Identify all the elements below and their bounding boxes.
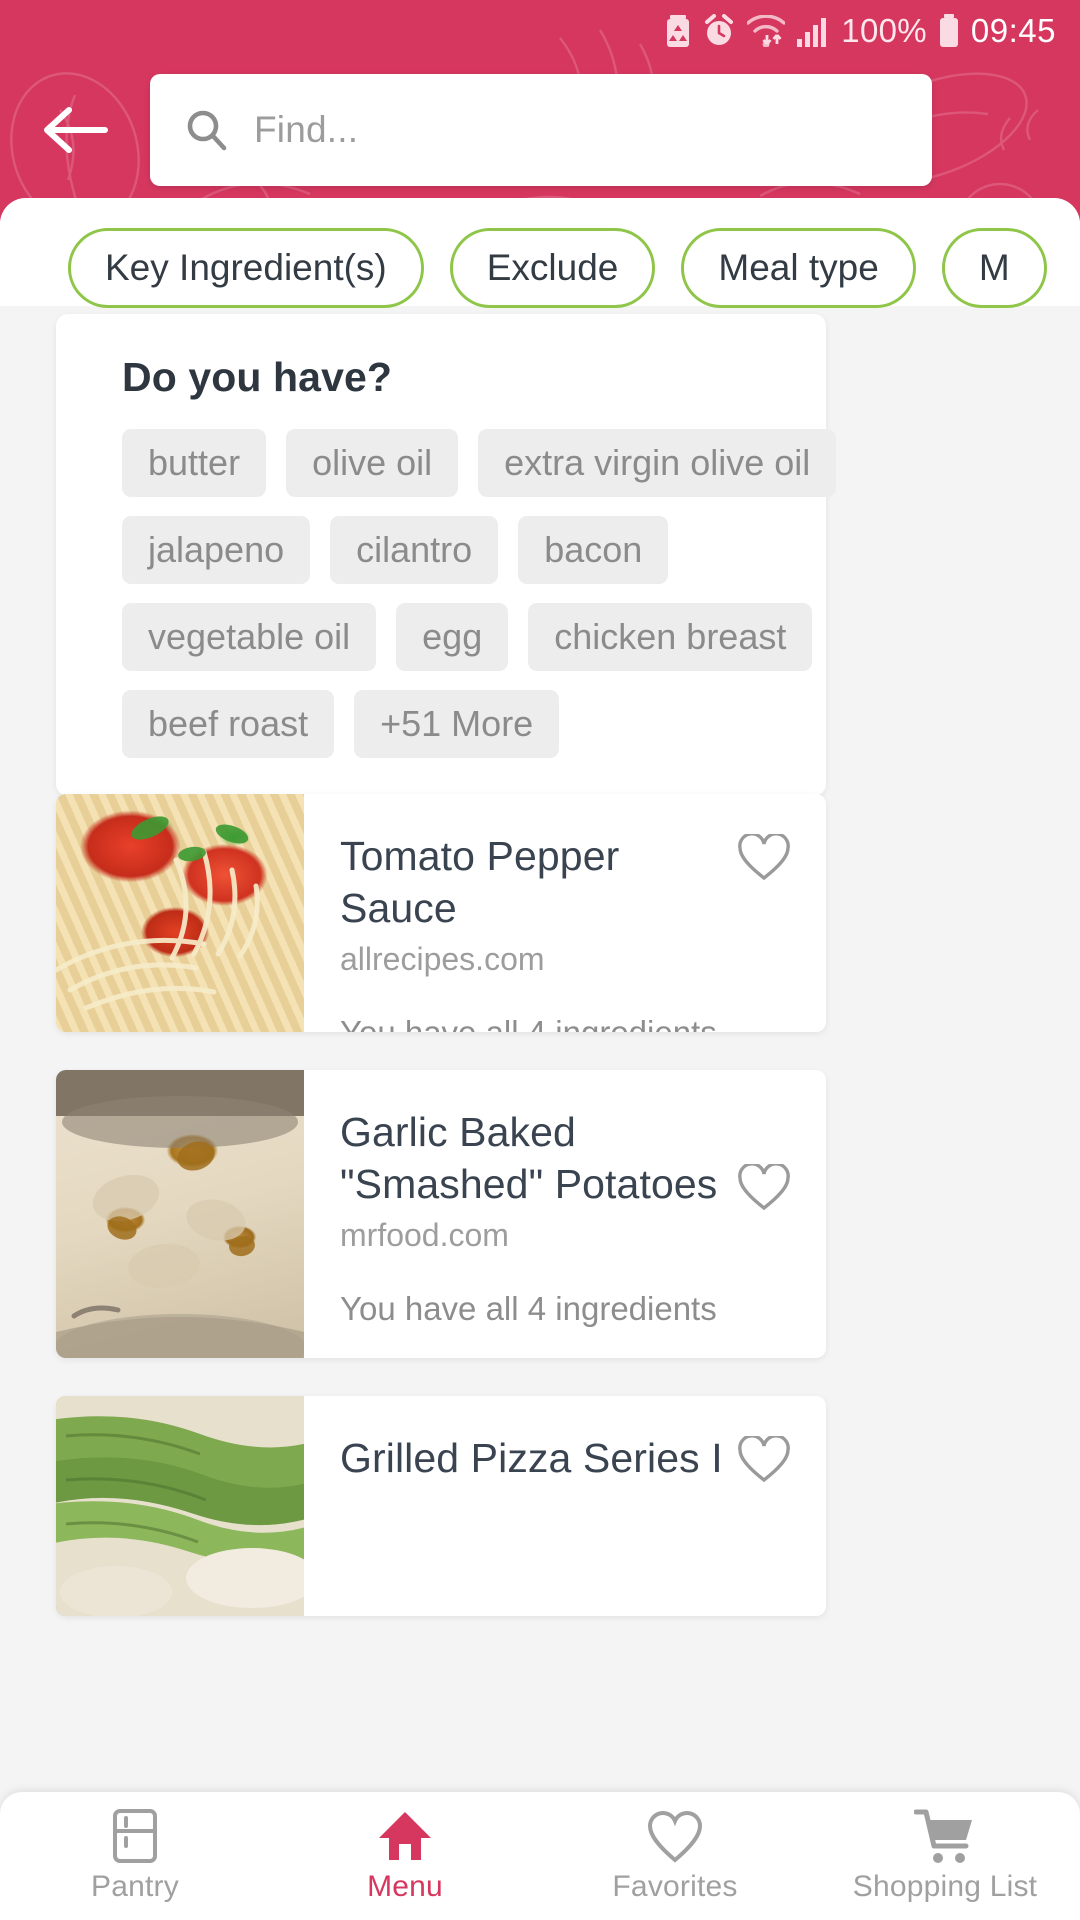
pantry-tag-more[interactable]: +51 More: [354, 690, 560, 758]
wifi-icon: [747, 15, 786, 47]
shopping-cart-icon: [914, 1808, 976, 1864]
recipe-ingredient-status: You have all 4 ingredients: [340, 1014, 826, 1032]
favorite-button[interactable]: [730, 1426, 798, 1494]
pantry-tag[interactable]: chicken breast: [528, 603, 813, 671]
signal-bars-icon: [796, 15, 830, 47]
heart-outline-icon: [738, 1164, 790, 1211]
pantry-tag[interactable]: butter: [122, 429, 267, 497]
status-bar: 100% 09:45: [0, 0, 1080, 62]
alarm-icon: [702, 14, 736, 48]
nav-item-menu[interactable]: Menu: [270, 1792, 540, 1920]
header-search-row: Find...: [0, 74, 1080, 186]
search-bar[interactable]: Find...: [150, 74, 932, 186]
fridge-icon: [112, 1808, 158, 1864]
pantry-tag[interactable]: beef roast: [122, 690, 335, 758]
filter-chip-row[interactable]: Key Ingredient(s) Exclude Meal type M: [0, 216, 1080, 320]
recipe-thumbnail: [56, 1070, 304, 1358]
recipe-thumbnail: [56, 1396, 304, 1616]
nav-item-shopping-list[interactable]: Shopping List: [810, 1792, 1080, 1920]
nav-label-pantry: Pantry: [91, 1870, 179, 1903]
pantry-title: Do you have?: [122, 354, 393, 400]
recipe-thumbnail: [56, 794, 304, 1032]
filter-chip-key-ingredients[interactable]: Key Ingredient(s): [68, 228, 424, 308]
bottom-navigation: Pantry Menu Favorites Shopping List: [0, 1792, 1080, 1920]
heart-outline-icon: [738, 1436, 790, 1483]
recipe-thumbnail-art: [56, 1396, 304, 1616]
recipe-source: allrecipes.com: [340, 940, 545, 977]
pantry-tag[interactable]: jalapeno: [122, 516, 311, 584]
back-button[interactable]: [0, 74, 150, 186]
search-input[interactable]: Find...: [254, 109, 358, 151]
search-icon: [187, 110, 227, 151]
filter-chip-meal-type[interactable]: Meal type: [681, 228, 916, 308]
heart-icon: [647, 1808, 703, 1864]
nav-label-menu: Menu: [367, 1870, 443, 1903]
recipe-info: Tomato Pepper Sauce allrecipes.com You h…: [304, 794, 826, 1032]
heart-outline-icon: [738, 834, 790, 881]
recipe-source: mrfood.com: [340, 1216, 509, 1253]
nav-label-shopping-list: Shopping List: [852, 1870, 1038, 1903]
recipe-info: Garlic Baked "Smashed" Potatoes mrfood.c…: [304, 1070, 826, 1358]
pantry-tag-list: butter olive oil extra virgin olive oil …: [122, 429, 837, 758]
favorite-button[interactable]: [730, 1154, 798, 1222]
status-clock: 09:45: [970, 12, 1056, 49]
home-icon: [377, 1808, 433, 1864]
pantry-card: Do you have? butter olive oil extra virg…: [56, 314, 837, 796]
recipe-card[interactable]: Tomato Pepper Sauce allrecipes.com You h…: [56, 794, 826, 1032]
pantry-tag[interactable]: cilantro: [330, 516, 499, 584]
battery-saver-icon: [665, 13, 691, 49]
pantry-tag-row: vegetable oil egg chicken breast: [122, 603, 826, 671]
back-arrow-icon: [44, 107, 108, 153]
filter-chip-overflow[interactable]: M: [941, 228, 1047, 308]
battery-percent-label: 100%: [841, 12, 927, 49]
recipe-thumbnail-art: [56, 816, 260, 1011]
recipe-card[interactable]: Garlic Baked "Smashed" Potatoes mrfood.c…: [56, 1070, 826, 1358]
pantry-tag[interactable]: olive oil: [286, 429, 459, 497]
nav-item-favorites[interactable]: Favorites: [540, 1792, 810, 1920]
pantry-tag-row: jalapeno cilantro bacon: [122, 516, 826, 584]
recipe-info: Grilled Pizza Series I: [304, 1396, 826, 1616]
pantry-tag-row: beef roast +51 More: [122, 690, 826, 758]
nav-item-pantry[interactable]: Pantry: [0, 1792, 270, 1920]
battery-icon: [938, 13, 960, 49]
pantry-tag[interactable]: extra virgin olive oil: [478, 429, 837, 497]
content-sheet: Key Ingredient(s) Exclude Meal type M Do…: [0, 198, 1080, 1920]
pantry-tag[interactable]: bacon: [518, 516, 669, 584]
pantry-tag-row: butter olive oil extra virgin olive oil: [122, 429, 837, 497]
favorite-button[interactable]: [730, 824, 798, 892]
pantry-tag[interactable]: vegetable oil: [122, 603, 377, 671]
filter-chip-exclude[interactable]: Exclude: [449, 228, 656, 308]
recipe-thumbnail-art: [56, 1070, 304, 1358]
recipe-card[interactable]: Grilled Pizza Series I: [56, 1396, 826, 1616]
recipe-ingredient-status: You have all 4 ingredients: [340, 1289, 717, 1327]
nav-label-favorites: Favorites: [612, 1870, 738, 1903]
pantry-tag[interactable]: egg: [396, 603, 509, 671]
